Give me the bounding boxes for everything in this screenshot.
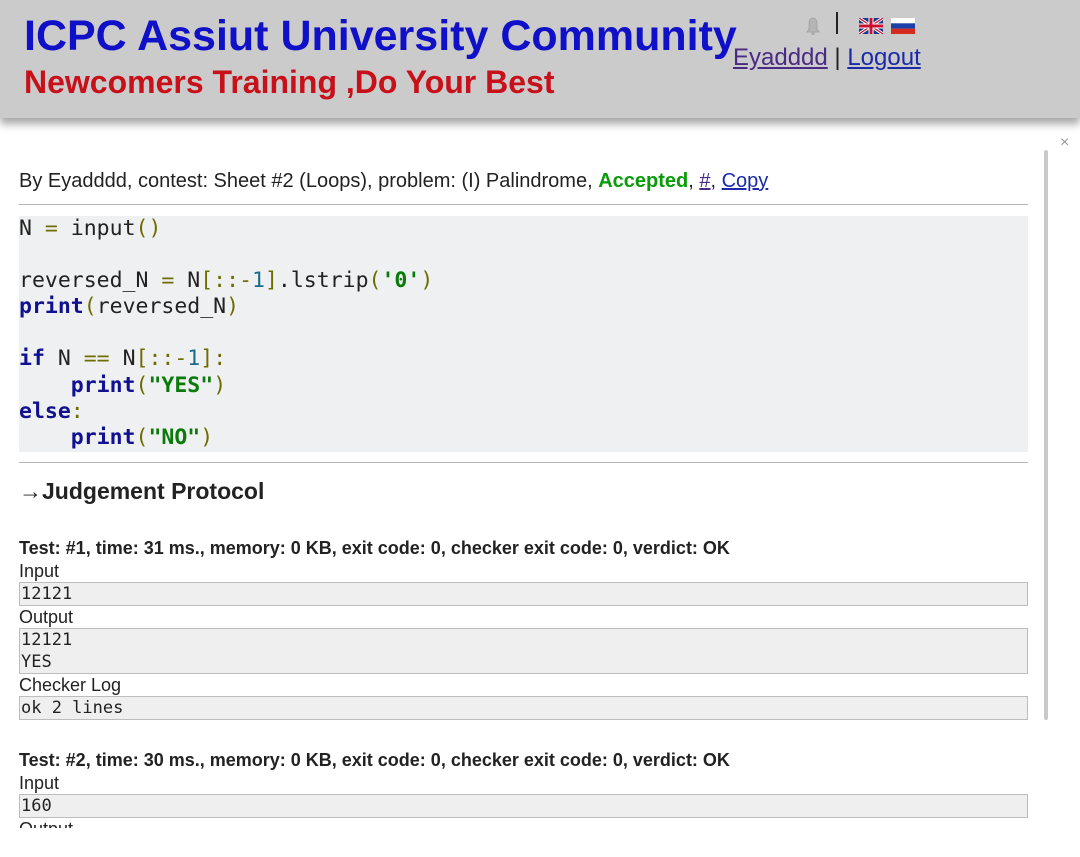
- divider: [19, 204, 1028, 205]
- verdict-accepted: Accepted: [598, 170, 689, 192]
- submission-info: By Eyadddd, contest: Sheet #2 (Loops), p…: [19, 170, 768, 193]
- checker-log-label: Checker Log: [19, 675, 122, 695]
- output-line: YES: [21, 652, 52, 672]
- bell-icon[interactable]: [804, 16, 822, 36]
- russia-flag-icon[interactable]: [891, 18, 915, 34]
- submission-details: By Eyadddd, contest: Sheet #2 (Loops), p…: [19, 170, 599, 192]
- input-value: 12121: [21, 584, 73, 604]
- site-header: ICPC Assiut University Community Newcome…: [0, 0, 1080, 118]
- uk-flag-icon[interactable]: [859, 18, 883, 34]
- scrollbar[interactable]: [1044, 150, 1048, 720]
- test-case-2: Test: #2, time: 30 ms., memory: 0 KB, ex…: [19, 748, 1028, 828]
- input-box: 12121: [19, 582, 1028, 606]
- checker-log-value: ok 2 lines: [21, 698, 124, 718]
- code-text: N = input() reversed_N = N[::-1].lstrip(…: [19, 216, 434, 450]
- judgement-protocol-title: →Judgement Protocol: [19, 478, 265, 504]
- logout-link[interactable]: Logout: [847, 44, 920, 71]
- username-link[interactable]: Eyadddd: [733, 44, 828, 71]
- close-icon[interactable]: ×: [1060, 134, 1069, 152]
- copy-link[interactable]: Copy: [722, 170, 769, 192]
- user-separator: |: [834, 44, 841, 71]
- permalink[interactable]: #: [699, 170, 710, 192]
- submission-popup: × By Eyadddd, contest: Sheet #2 (Loops),…: [0, 118, 1080, 857]
- input-label: Input: [19, 561, 60, 581]
- divider: [19, 462, 1028, 463]
- input-label: Input: [19, 773, 60, 793]
- source-code: N = input() reversed_N = N[::-1].lstrip(…: [19, 216, 1028, 452]
- test-case-1: Test: #1, time: 31 ms., memory: 0 KB, ex…: [19, 536, 1028, 720]
- output-line: 12121: [21, 630, 73, 650]
- site-title: ICPC Assiut University Community: [24, 12, 737, 60]
- input-value: 160: [21, 796, 52, 816]
- separator: [836, 12, 838, 34]
- output-label: Output: [19, 818, 1028, 828]
- user-links: Eyadddd | Logout: [733, 44, 921, 72]
- checker-log-box: ok 2 lines: [19, 696, 1028, 720]
- output-box: 12121 YES: [19, 628, 1028, 674]
- output-label: Output: [19, 607, 74, 627]
- site-subtitle: Newcomers Training ,Do Your Best: [24, 64, 555, 100]
- input-box: 160: [19, 794, 1028, 818]
- comma: ,: [688, 170, 700, 192]
- language-bar: [800, 12, 920, 42]
- comma: ,: [710, 170, 722, 192]
- popup-content: By Eyadddd, contest: Sheet #2 (Loops), p…: [19, 118, 1028, 828]
- test-header: Test: #2, time: 30 ms., memory: 0 KB, ex…: [19, 750, 730, 770]
- test-header: Test: #1, time: 31 ms., memory: 0 KB, ex…: [19, 538, 730, 558]
